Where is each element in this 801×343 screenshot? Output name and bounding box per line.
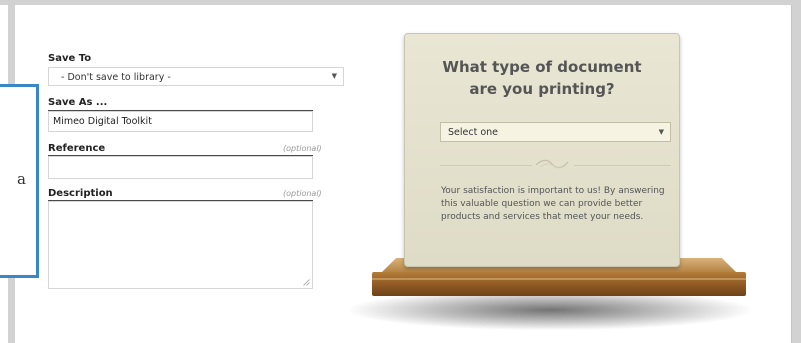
frame-top bbox=[0, 0, 801, 5]
card-divider-right bbox=[574, 165, 671, 166]
reference-optional-hint: (optional) bbox=[283, 144, 322, 153]
card-title: What type of document are you printing? bbox=[404, 56, 680, 100]
reference-label: Reference bbox=[48, 143, 106, 154]
document-type-select[interactable]: Select one ▼ bbox=[440, 122, 671, 142]
resize-grip-icon[interactable] bbox=[303, 279, 310, 286]
description-textarea[interactable] bbox=[48, 201, 313, 289]
save-to-select[interactable]: - Don't save to library - ▼ bbox=[48, 67, 344, 86]
save-to-label: Save To bbox=[48, 53, 92, 64]
callout-text: a bbox=[17, 170, 26, 188]
description-optional-hint: (optional) bbox=[283, 189, 322, 198]
frame-right bbox=[792, 5, 801, 343]
document-type-value: Select one bbox=[448, 127, 499, 138]
chevron-down-icon: ▼ bbox=[331, 72, 337, 80]
chevron-down-icon: ▼ bbox=[658, 128, 664, 136]
save-to-value: - Don't save to library - bbox=[61, 72, 171, 83]
reference-input[interactable] bbox=[48, 156, 313, 179]
card-title-line2: are you printing? bbox=[469, 80, 615, 98]
wooden-shelf bbox=[372, 272, 746, 296]
save-as-value: Mimeo Digital Toolkit bbox=[53, 116, 152, 127]
shelf-grain bbox=[372, 278, 746, 280]
save-as-input[interactable]: Mimeo Digital Toolkit bbox=[48, 111, 313, 132]
save-as-label: Save As ... bbox=[48, 97, 108, 108]
card-title-line1: What type of document bbox=[442, 58, 642, 76]
description-label: Description bbox=[48, 188, 113, 199]
flourish-ornament-icon bbox=[535, 159, 569, 169]
card-message: Your satisfaction is important to us! By… bbox=[441, 186, 665, 222]
card-divider-left bbox=[440, 165, 532, 166]
shelf-shadow bbox=[350, 290, 750, 330]
